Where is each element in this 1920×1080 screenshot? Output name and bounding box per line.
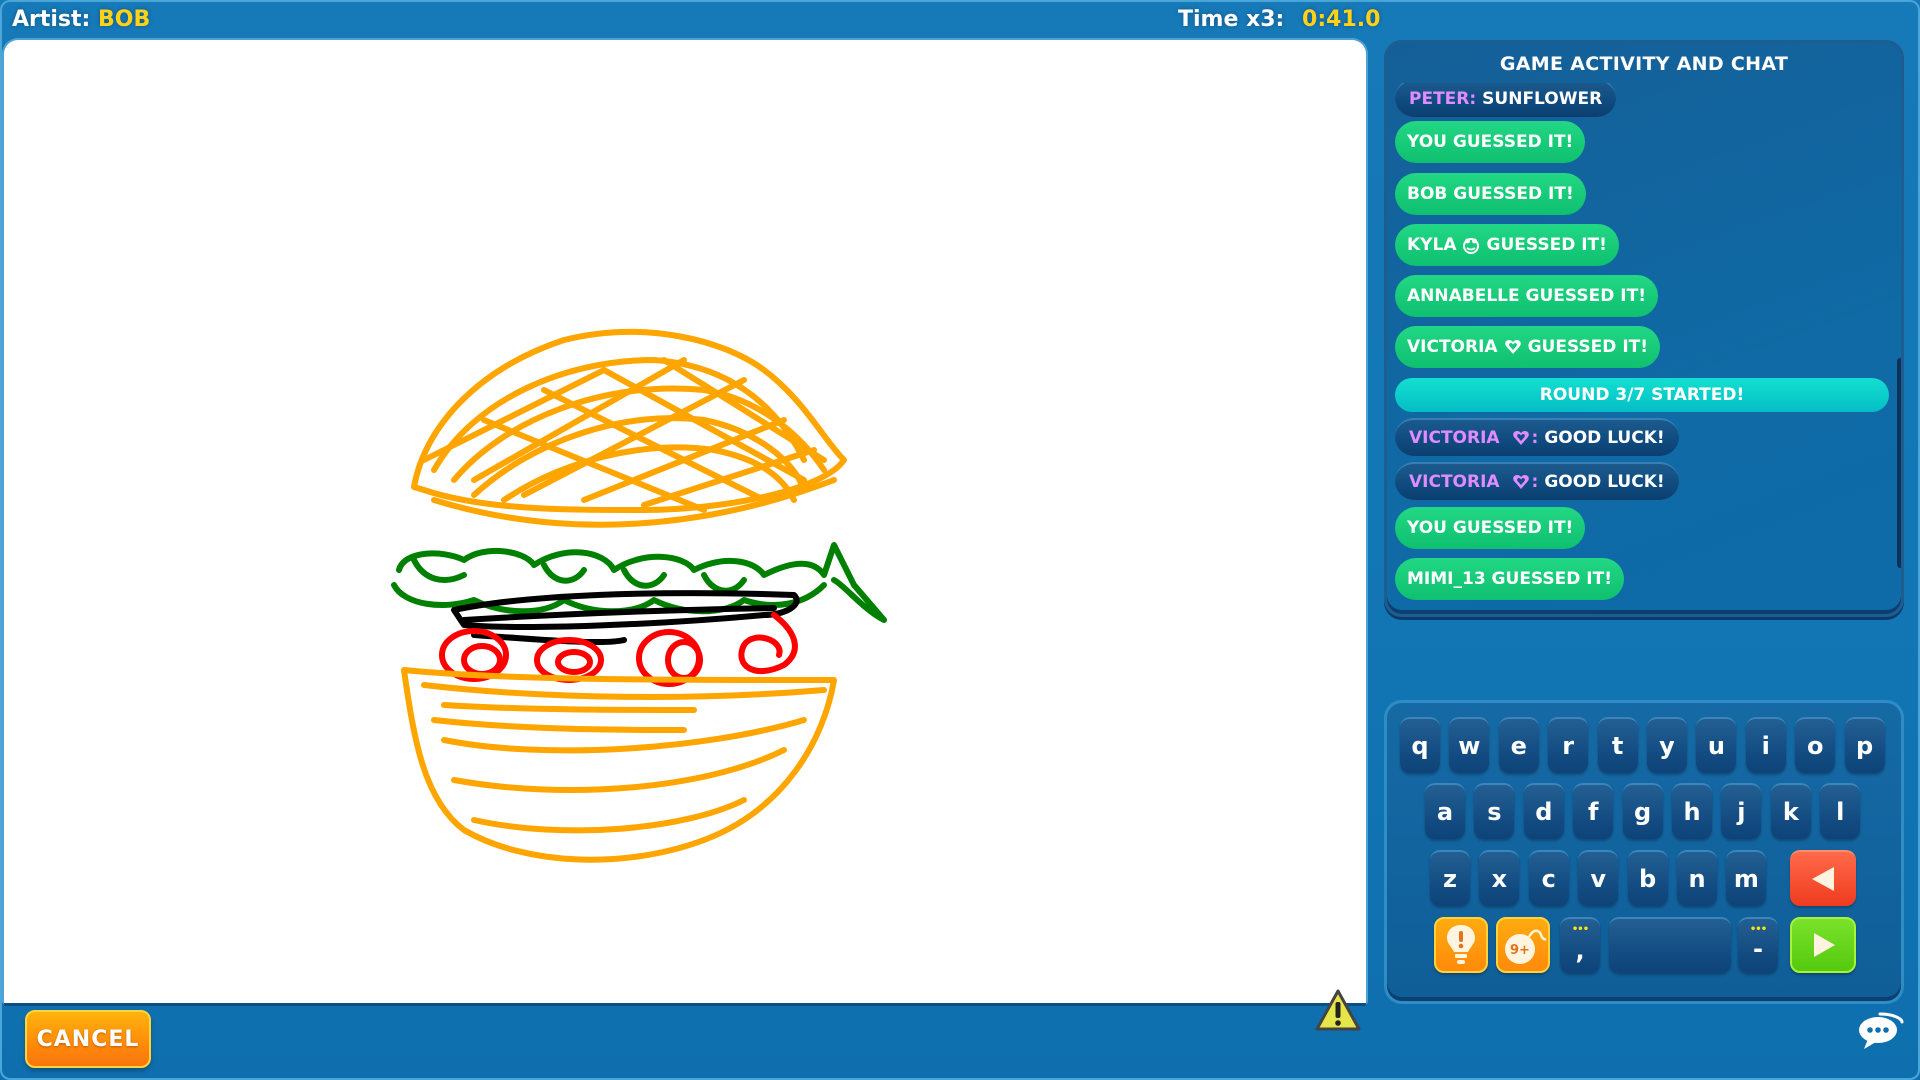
- key-y[interactable]: y: [1647, 717, 1687, 773]
- drawing-canvas[interactable]: [4, 40, 1366, 1031]
- timer-label: Time x3:: [1178, 7, 1285, 32]
- key-d[interactable]: d: [1523, 783, 1564, 839]
- guess-message: YOU GUESSED IT!: [1395, 507, 1586, 549]
- round-text: ROUND 3/7 STARTED!: [1539, 385, 1745, 405]
- bomb-powerup-button[interactable]: 9+: [1496, 917, 1550, 973]
- frog-icon: [1463, 238, 1480, 254]
- submit-guess-button[interactable]: [1790, 917, 1856, 973]
- key-h[interactable]: h: [1672, 783, 1712, 839]
- key-b[interactable]: b: [1627, 850, 1668, 906]
- dash-key[interactable]: ••• -: [1738, 917, 1778, 973]
- heart-icon: [1512, 475, 1529, 489]
- chat-bubble-icon[interactable]: [1858, 1012, 1904, 1050]
- comma-key[interactable]: ••• ,: [1560, 917, 1600, 973]
- heart-icon: [1504, 340, 1521, 354]
- guess-username: VICTORIA: [1407, 337, 1498, 357]
- key-c[interactable]: c: [1528, 850, 1569, 906]
- key-n[interactable]: n: [1677, 850, 1717, 906]
- backspace-arrow-icon: [1812, 867, 1834, 891]
- guess-message: ANNABELLE GUESSED IT!: [1395, 275, 1658, 317]
- hint-button[interactable]: [1434, 917, 1488, 973]
- key-q[interactable]: q: [1400, 717, 1440, 773]
- artist-indicator: Artist: BOB: [12, 7, 150, 32]
- key-i[interactable]: i: [1745, 717, 1786, 773]
- chat-message: PETER: SUNFLOWER: [1395, 83, 1617, 117]
- chat-username-text: VICTORIA: [1409, 472, 1500, 492]
- dash-key-label: -: [1753, 935, 1763, 963]
- guess-message: MIMI_13 GUESSED IT!: [1395, 558, 1624, 600]
- chat-username: PETER:: [1409, 89, 1477, 109]
- cancel-button[interactable]: CANCEL: [25, 1010, 151, 1068]
- guess-message: BOB GUESSED IT!: [1395, 173, 1586, 215]
- key-o[interactable]: o: [1795, 717, 1836, 773]
- artist-label: Artist:: [12, 7, 91, 32]
- key-f[interactable]: f: [1573, 783, 1614, 839]
- key-k[interactable]: k: [1770, 783, 1811, 839]
- key-t[interactable]: t: [1597, 717, 1638, 773]
- guess-text: MIMI_13 GUESSED IT!: [1407, 569, 1612, 589]
- key-g[interactable]: g: [1622, 783, 1663, 839]
- guess-text: YOU GUESSED IT!: [1407, 132, 1574, 152]
- space-key[interactable]: [1609, 917, 1731, 973]
- more-options-dots: •••: [1749, 924, 1767, 935]
- warning-icon[interactable]: [1314, 988, 1362, 1032]
- guess-text: GUESSED IT!: [1527, 337, 1648, 357]
- key-u[interactable]: u: [1696, 717, 1737, 773]
- burger-drawing: [391, 328, 887, 863]
- chat-username-suffix: :: [1531, 428, 1539, 448]
- lightbulb-icon: [1447, 925, 1475, 964]
- chat-text: GOOD LUCK!: [1544, 428, 1665, 448]
- chat-title: GAME ACTIVITY AND CHAT: [1499, 53, 1789, 75]
- key-z[interactable]: z: [1430, 850, 1470, 906]
- on-screen-keyboard: qwertyuiop asdfghjkl zxcvbnm 9+ ••• , ••…: [1384, 700, 1904, 1004]
- chat-username: VICTORIA :: [1409, 472, 1538, 492]
- chat-message: VICTORIA : GOOD LUCK!: [1395, 418, 1679, 456]
- key-e[interactable]: e: [1498, 717, 1539, 773]
- timer-value: 0:41.0: [1302, 7, 1381, 32]
- chat-text: GOOD LUCK!: [1544, 472, 1665, 492]
- chat-message: VICTORIA : GOOD LUCK!: [1395, 462, 1679, 500]
- bomb-count: 9+: [1510, 943, 1530, 958]
- chat-username-text: VICTORIA: [1409, 428, 1500, 448]
- guess-message: VICTORIA GUESSED IT!: [1395, 326, 1660, 368]
- chat-username: VICTORIA :: [1409, 428, 1538, 448]
- round-started-message: ROUND 3/7 STARTED!: [1395, 378, 1889, 412]
- key-j[interactable]: j: [1721, 783, 1762, 839]
- guess-username: KYLA: [1407, 235, 1457, 255]
- guess-text: BOB GUESSED IT!: [1407, 184, 1574, 204]
- artist-name: BOB: [98, 7, 151, 32]
- drawing-stroke-bottom-bun: [401, 667, 837, 863]
- bomb-icon: 9+: [1505, 929, 1547, 964]
- drawing-stroke-top-bun: [411, 328, 847, 528]
- key-a[interactable]: a: [1425, 783, 1465, 839]
- more-options-dots: •••: [1571, 924, 1589, 935]
- play-arrow-icon: [1814, 933, 1835, 957]
- chat-text: SUNFLOWER: [1482, 89, 1603, 109]
- key-s[interactable]: s: [1474, 783, 1515, 839]
- key-l[interactable]: l: [1820, 783, 1861, 839]
- key-x[interactable]: x: [1479, 850, 1520, 906]
- chat-message-list[interactable]: PETER: SUNFLOWER YOU GUESSED IT! BOB GUE…: [1395, 83, 1889, 608]
- guess-message: YOU GUESSED IT!: [1395, 121, 1586, 163]
- key-r[interactable]: r: [1548, 717, 1589, 773]
- key-w[interactable]: w: [1449, 717, 1490, 773]
- guess-text: YOU GUESSED IT!: [1407, 518, 1574, 538]
- round-timer: Time x3: 0:41.0: [1178, 7, 1380, 32]
- chat-username-suffix: :: [1531, 472, 1539, 492]
- top-bar: Artist: BOB Time x3: 0:41.0: [0, 0, 1920, 40]
- game-activity-chat-panel: GAME ACTIVITY AND CHAT PETER: SUNFLOWER …: [1384, 40, 1904, 617]
- key-v[interactable]: v: [1578, 850, 1619, 906]
- guess-message: KYLA GUESSED IT!: [1395, 224, 1619, 266]
- chat-scrollbar[interactable]: [1897, 358, 1901, 568]
- backspace-key[interactable]: [1790, 850, 1856, 906]
- key-p[interactable]: p: [1844, 717, 1885, 773]
- comma-key-label: ,: [1575, 937, 1585, 965]
- key-m[interactable]: m: [1726, 850, 1767, 906]
- guess-text: ANNABELLE GUESSED IT!: [1407, 286, 1646, 306]
- guess-text: GUESSED IT!: [1486, 235, 1607, 255]
- heart-icon: [1512, 431, 1529, 445]
